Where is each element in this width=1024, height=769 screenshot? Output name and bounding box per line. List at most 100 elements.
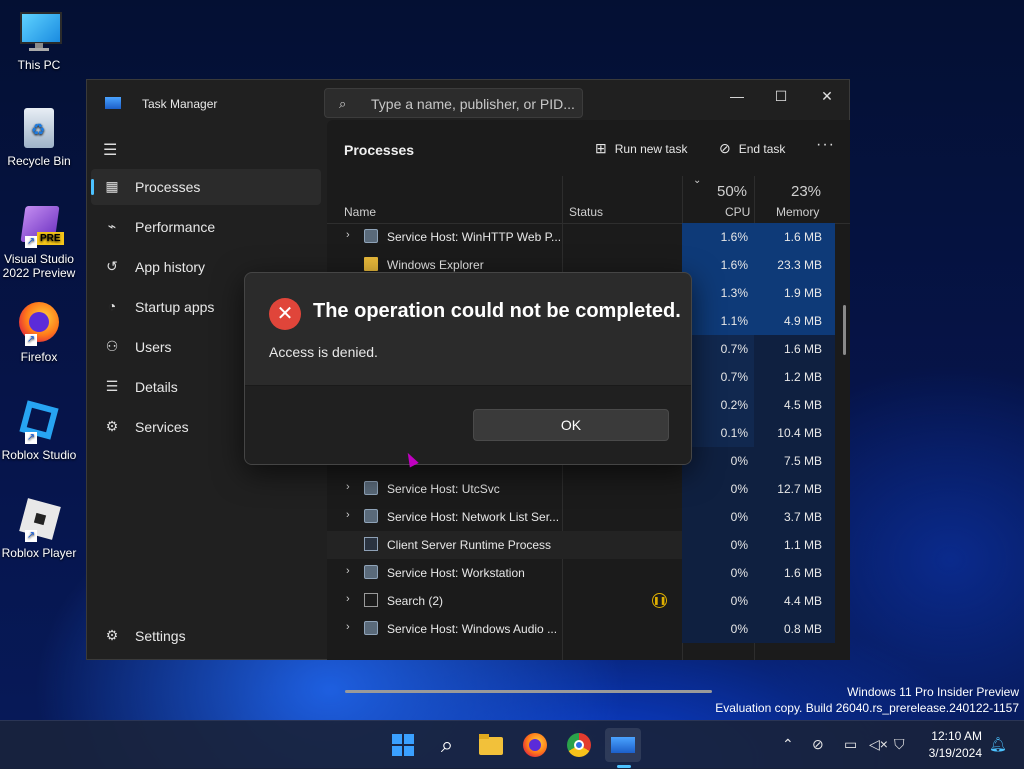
process-cpu: 0% <box>682 559 754 587</box>
task-manager-logo-icon <box>105 97 121 109</box>
folder-process-icon <box>364 257 378 271</box>
hamburger-menu-icon[interactable]: ☰ <box>103 140 117 160</box>
process-cpu: 0% <box>682 587 754 615</box>
process-name: Service Host: WinHTTP Web P... <box>387 230 562 244</box>
close-button[interactable]: ✕ <box>805 84 849 108</box>
nav-item-label: Performance <box>135 219 216 235</box>
volume-muted-icon[interactable]: ◁× <box>869 736 888 753</box>
desktop-icon-roblox-studio[interactable]: ↗ Roblox Studio <box>0 400 78 462</box>
performance-icon: ⌁ <box>107 218 117 234</box>
nav-item-label: Details <box>135 379 178 395</box>
column-header-name[interactable]: Name <box>344 205 376 219</box>
desktop-icon-recycle-bin[interactable]: ♻ Recycle Bin <box>0 106 78 168</box>
start-icon[interactable] <box>388 730 418 760</box>
process-cpu: 0% <box>682 615 754 643</box>
chevron-up-icon[interactable]: ⌃ <box>782 736 794 753</box>
page-title: Processes <box>344 142 415 158</box>
security-icon[interactable]: ⛉ <box>894 736 905 753</box>
process-row[interactable]: › Service Host: Workstation 0% 1.6 MB <box>327 559 835 587</box>
column-header-cpu[interactable]: CPU <box>725 205 750 219</box>
shortcut-arrow-icon: ↗ <box>25 334 37 346</box>
process-memory: 1.2 MB <box>754 363 835 391</box>
end-task-button[interactable]: ⊘ End task <box>719 140 785 157</box>
column-header-status[interactable]: Status <box>569 205 603 219</box>
process-cpu: 1.1% <box>682 307 754 335</box>
desktop-icon-roblox-player[interactable]: ↗ Roblox Player <box>0 498 78 560</box>
window-title: Task Manager <box>142 97 218 111</box>
process-memory: 7.5 MB <box>754 447 835 475</box>
process-memory: 1.9 MB <box>754 279 835 307</box>
process-row[interactable]: › Service Host: UtcSvc 0% 12.7 MB <box>327 475 835 503</box>
process-cpu: 0.2% <box>682 391 754 419</box>
process-row[interactable]: › Service Host: WinHTTP Web P... 1.6% 1.6 M… <box>327 223 835 251</box>
search-box[interactable]: ⌕ <box>324 88 583 118</box>
chrome-icon[interactable] <box>564 730 594 760</box>
process-row[interactable]: Client Server Runtime Process 0% 1.1 MB <box>327 531 835 559</box>
nav-item-label: Services <box>135 419 189 435</box>
processes-icon: ▦ <box>105 178 119 194</box>
column-header-memory[interactable]: Memory <box>776 205 819 219</box>
search-input[interactable] <box>369 94 578 114</box>
process-memory: 4.9 MB <box>754 307 835 335</box>
file-explorer-icon[interactable] <box>476 730 506 760</box>
sort-chevron-icon: ⌄ <box>693 175 702 186</box>
process-memory: 3.7 MB <box>754 503 835 531</box>
memory-total-percent: 23% <box>791 183 822 200</box>
desktop-icon-label: This PC <box>17 58 61 72</box>
expand-chevron-icon[interactable]: › <box>346 481 350 493</box>
expand-chevron-icon[interactable]: › <box>346 621 350 633</box>
vertical-scrollbar[interactable] <box>843 305 846 355</box>
minimize-button[interactable]: — <box>715 84 759 108</box>
pre-badge: PRE <box>37 232 64 245</box>
clock[interactable]: 12:10 AM 3/19/2024 <box>922 729 982 760</box>
network-off-icon[interactable]: ⊘ <box>812 736 824 753</box>
gear-process-icon <box>364 565 378 579</box>
notification-bell-icon[interactable]: 🔔︎ <box>989 736 1007 753</box>
winapp-process-icon <box>364 537 378 551</box>
run-new-task-button[interactable]: ⊞ Run new task <box>595 140 687 157</box>
task-manager-icon[interactable] <box>605 728 641 768</box>
display-icon[interactable]: ▭ <box>844 736 857 753</box>
more-options-button[interactable]: ··· <box>816 136 835 154</box>
process-memory: 4.4 MB <box>754 587 835 615</box>
maximize-button[interactable]: ☐ <box>759 84 803 108</box>
shortcut-arrow-icon: ↗ <box>25 530 37 542</box>
watermark-line-2: Evaluation copy. Build 26040.rs_prerelea… <box>715 701 1019 715</box>
firefox-icon: ↗ <box>17 302 61 346</box>
desktop-icon-label: Roblox Studio <box>1 448 77 462</box>
nav-item-label: Users <box>135 339 172 355</box>
roblox-player-icon: ↗ <box>17 498 61 542</box>
dialog-title: The operation could not be completed. <box>313 300 681 322</box>
services-icon: ⚙ <box>105 418 119 434</box>
nav-item-settings[interactable]: ⚙ Settings <box>91 618 321 654</box>
process-row[interactable]: › Service Host: Windows Audio ... 0% 0.8 MB <box>327 615 835 643</box>
process-memory: 1.6 MB <box>754 559 835 587</box>
run-new-task-label: Run new task <box>614 142 688 156</box>
settings-gear-icon: ⚙ <box>105 627 119 643</box>
process-name: Windows Explorer <box>387 258 484 272</box>
process-row[interactable]: › Search (2) ❚❚ 0% 4.4 MB <box>327 587 835 615</box>
nav-item-label: Processes <box>135 179 201 195</box>
expand-chevron-icon[interactable]: › <box>346 565 350 577</box>
nav-item-performance[interactable]: ⌁ Performance <box>91 209 321 245</box>
firefox-icon[interactable] <box>520 730 550 760</box>
search-process-icon <box>364 593 378 607</box>
expand-chevron-icon[interactable]: › <box>346 593 350 605</box>
process-row[interactable]: › Service Host: Network List Ser... 0% 3.7 … <box>327 503 835 531</box>
desktop-icon-firefox[interactable]: ↗ Firefox <box>0 302 78 364</box>
ok-button[interactable]: OK <box>473 409 669 441</box>
watermark-line-1: Windows 11 Pro Insider Preview <box>847 685 1019 699</box>
horizontal-scrollbar[interactable] <box>345 690 712 693</box>
expand-chevron-icon[interactable]: › <box>346 229 350 241</box>
nav-item-label: Startup apps <box>135 299 215 315</box>
desktop-icon-this-pc[interactable]: This PC <box>0 10 78 72</box>
search-icon[interactable]: ⌕ <box>432 730 462 760</box>
process-name: Service Host: Network List Ser... <box>387 510 560 524</box>
expand-chevron-icon[interactable]: › <box>346 509 350 521</box>
desktop-icon-visual-studio[interactable]: PRE ↗ Visual Studio 2022 Preview <box>0 204 78 280</box>
suspended-icon: ❚❚ <box>652 593 667 608</box>
nav-item-label: Settings <box>135 628 186 644</box>
nav-item-processes[interactable]: ▦ Processes <box>91 169 321 205</box>
process-cpu: 1.6% <box>682 223 754 251</box>
gear-process-icon <box>364 229 378 243</box>
